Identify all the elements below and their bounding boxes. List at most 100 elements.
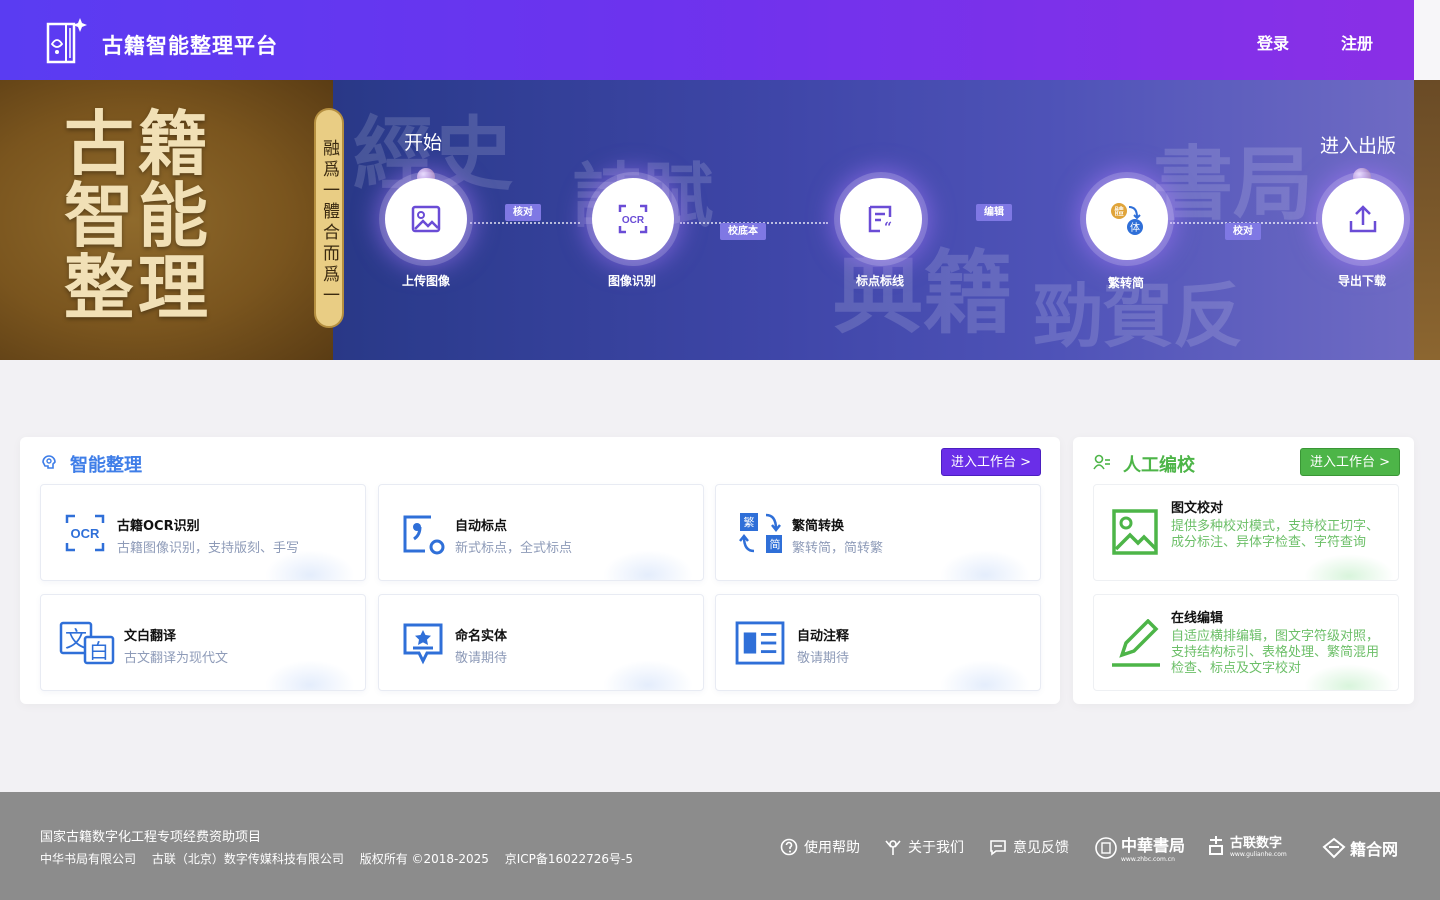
about-link[interactable]: 关于我们 (884, 837, 964, 857)
svg-text:体: 体 (1130, 222, 1140, 234)
svg-text:OCR: OCR (71, 526, 101, 541)
svg-text:白: 白 (89, 639, 109, 663)
flow-link-tag: 核对 (505, 204, 541, 221)
ocr-icon: OCR (618, 204, 648, 234)
flow-link-tag: 校对 (1225, 223, 1261, 240)
site-logo-icon[interactable] (42, 14, 90, 66)
flow-link-tag: 编辑 (976, 204, 1012, 221)
top-header: 古籍智能整理平台 登录 注册 (0, 0, 1414, 80)
step-punctuation[interactable]: “ (840, 178, 922, 260)
card-title: 自动标点 (455, 519, 508, 534)
convert-icon: 體 体 (1111, 203, 1143, 235)
footer-icp[interactable]: 京ICP备16022726号-5 (505, 852, 633, 866)
enter-workbench-button[interactable]: 进入工作台 > (1300, 448, 1401, 476)
manual-proofreading-panel: 人工编校 进入工作台 > 图文校对 提供多种校对模式，支持校正切字、成分标注、异… (1073, 437, 1414, 704)
end-label: 进入出版 (1320, 135, 1397, 157)
feedback-link[interactable]: 意见反馈 (989, 837, 1069, 857)
footer-copyright-line: 中华书局有限公司 古联（北京）数字传媒科技有限公司 版权所有 ©2018-202… (40, 850, 645, 867)
banner-title-block: 古籍 智能 整理 (0, 80, 333, 360)
step-upload-image[interactable] (385, 178, 467, 260)
card-title: 在线编辑 (1171, 611, 1224, 626)
card-classical-translation[interactable]: 文 白 文白翻译 古文翻译为现代文 (40, 594, 366, 691)
card-title: 古籍OCR识别 (117, 519, 200, 534)
svg-text:體: 體 (1114, 206, 1124, 218)
step-image-recognition[interactable]: OCR (592, 178, 674, 260)
banner-scroll-tag: 融爲一體合而爲一 (314, 108, 344, 328)
entity-icon (403, 623, 443, 665)
footer-funding-text: 国家古籍数字化工程专项经费资助项目 (40, 830, 262, 845)
start-label: 开始 (404, 132, 443, 154)
step-label: 繁转简 (1107, 276, 1144, 290)
punctuation-icon (403, 515, 445, 555)
card-desc: 古籍图像识别，支持版刻、手写 (117, 541, 300, 556)
svg-text:文: 文 (65, 628, 87, 653)
flow-arrow (926, 222, 1081, 224)
image-icon (411, 205, 441, 233)
right-edge-strip (1414, 0, 1440, 360)
card-desc: 古文翻译为现代文 (124, 651, 229, 666)
card-image-text-proofreading[interactable]: 图文校对 提供多种校对模式，支持校正切字、成分标注、异体字检查、字符查询 (1093, 484, 1399, 581)
step-label: 导出下载 (1337, 274, 1386, 288)
help-icon (780, 838, 798, 856)
about-icon (885, 840, 901, 855)
enter-workbench-button[interactable]: 进入工作台 > (941, 448, 1042, 476)
workflow-banner: 古籍 智能 整理 經史 詩賦 典籍 書局 勁賀反 融爲一體合而爲一 开始 进入出… (0, 80, 1414, 360)
card-title: 繁简转换 (792, 519, 845, 534)
step-export-download[interactable] (1322, 178, 1404, 260)
login-link[interactable]: 登录 (1257, 30, 1289, 54)
jihe-logo[interactable]: 籍合网 (1322, 836, 1398, 860)
step-label: 上传图像 (401, 274, 450, 288)
card-auto-annotation[interactable]: 自动注释 敬请期待 (715, 594, 1041, 691)
card-title: 文白翻译 (124, 629, 177, 644)
step-label: 图像识别 (607, 274, 656, 288)
user-list-icon (1093, 454, 1110, 470)
jihe-mark-icon (1322, 837, 1346, 859)
register-link[interactable]: 注册 (1341, 30, 1373, 54)
site-title[interactable]: 古籍智能整理平台 (102, 30, 278, 60)
annotation-icon (735, 621, 785, 665)
feedback-icon (990, 840, 1006, 856)
panel-title: 人工编校 (1123, 455, 1195, 476)
footer-copyright: 版权所有 ©2018-2025 (359, 852, 489, 866)
zhonghua-logo[interactable]: 中華書局 www.zhbc.com.cn (1095, 832, 1185, 863)
card-title: 自动注释 (797, 629, 850, 644)
punctuation-icon: “ (868, 205, 892, 234)
brain-gear-icon (42, 455, 56, 469)
step-trad-to-simp[interactable]: 體 体 (1086, 178, 1168, 260)
svg-text:繁: 繁 (744, 515, 755, 529)
zhonghua-seal-icon (1095, 836, 1117, 859)
card-title: 命名实体 (455, 629, 508, 644)
card-title: 图文校对 (1171, 501, 1224, 516)
svg-text:简: 简 (770, 537, 781, 551)
help-link[interactable]: 使用帮助 (780, 837, 860, 857)
edit-pen-icon (1112, 619, 1160, 667)
card-online-editing[interactable]: 在线编辑 自适应横排编辑，图文字符级对照，支持结构标引、表格处理、繁简混用检查、… (1093, 594, 1399, 691)
ocr-icon: OCR (65, 514, 105, 552)
gulian-logo[interactable]: 古联数字 www.gulianhe.com (1206, 832, 1287, 858)
card-desc: 新式标点，全式标点 (455, 541, 573, 556)
gulian-mark-icon (1209, 836, 1223, 855)
svg-text:OCR: OCR (622, 215, 645, 226)
footer-company: 古联（北京）数字传媒科技有限公司 (151, 852, 344, 866)
card-desc: 敬请期待 (455, 651, 508, 666)
step-label: 标点标线 (855, 274, 904, 288)
card-auto-punctuation[interactable]: 自动标点 新式标点，全式标点 (378, 484, 704, 581)
svg-text:“: “ (884, 220, 892, 234)
convert-icon: 繁 简 (739, 513, 782, 553)
card-trad-simp[interactable]: 繁 简 繁简转换 繁转简，简转繁 (715, 484, 1041, 581)
card-desc: 提供多种校对模式，支持校正切字、成分标注、异体字检查、字符查询 (1171, 519, 1380, 550)
card-desc: 繁转简，简转繁 (792, 541, 884, 556)
flow-link-tag: 校底本 (720, 223, 766, 240)
banner-big-title: 古籍 智能 整理 (64, 102, 212, 329)
card-desc: 敬请期待 (797, 651, 850, 666)
translate-icon: 文 白 (59, 621, 115, 665)
card-ocr[interactable]: OCR 古籍OCR识别 古籍图像识别，支持版刻、手写 (40, 484, 366, 581)
export-icon (1349, 205, 1377, 233)
panel-title: 智能整理 (70, 455, 142, 476)
page-footer: 国家古籍数字化工程专项经费资助项目 中华书局有限公司 古联（北京）数字传媒科技有… (0, 792, 1440, 900)
image-proof-icon (1112, 509, 1158, 555)
flow-arrow (470, 222, 580, 224)
footer-company: 中华书局有限公司 (40, 852, 137, 866)
smart-processing-panel: 智能整理 进入工作台 > OCR 古籍OCR识别 古籍图像识别，支持版刻、手写 … (20, 437, 1060, 704)
card-named-entity[interactable]: 命名实体 敬请期待 (378, 594, 704, 691)
